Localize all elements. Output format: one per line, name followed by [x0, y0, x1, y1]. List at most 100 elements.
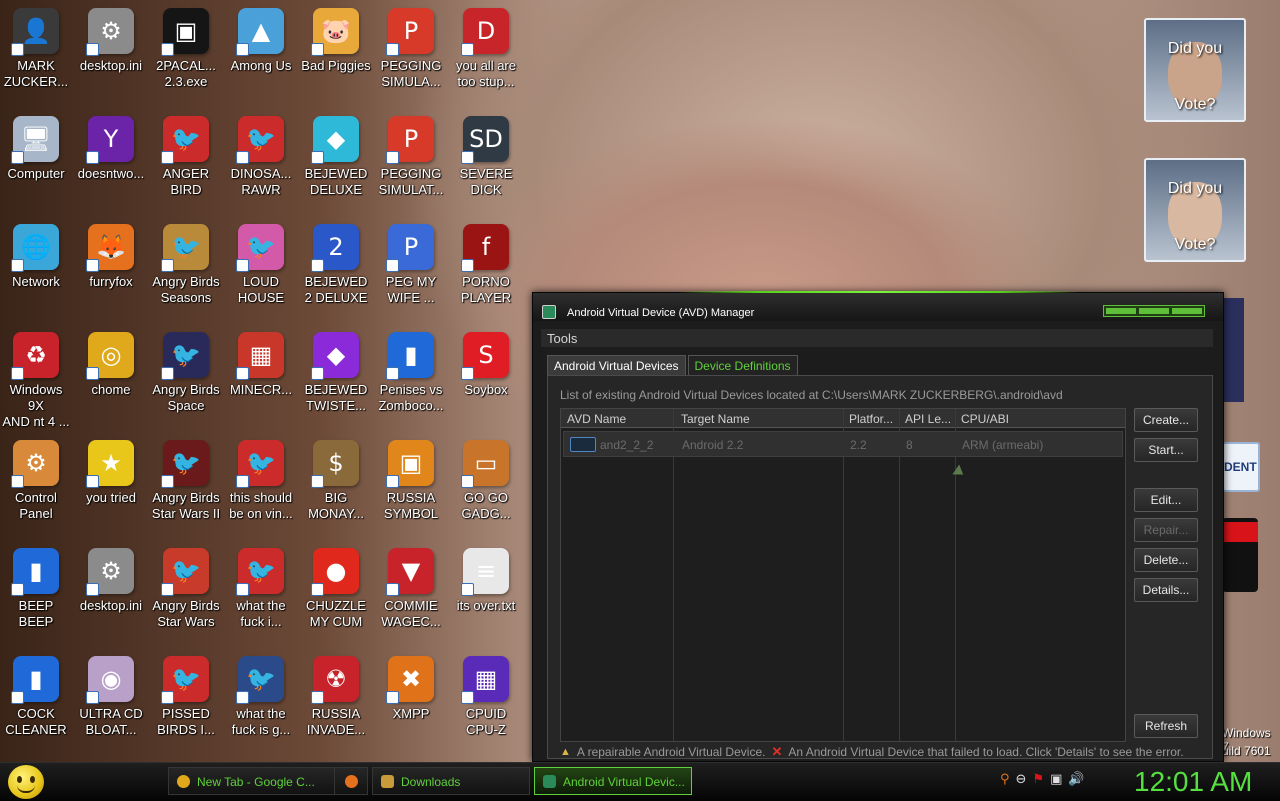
desktop-icon[interactable]: 🐦 Angry Birds Space	[150, 324, 222, 424]
close-button[interactable]	[1172, 308, 1202, 314]
app-icon: ◎	[86, 332, 134, 380]
desktop-icon[interactable]: ✖ XMPP	[375, 648, 447, 748]
desktop-icon[interactable]: ⚙ desktop.ini	[75, 0, 147, 100]
window-controls[interactable]	[1103, 305, 1205, 317]
app-icon: 🌐	[11, 224, 59, 272]
app-icon: f	[461, 224, 509, 272]
desktop-icon[interactable]: 🐦 DINOSA... RAWR	[225, 108, 297, 208]
desktop-icon[interactable]: $ BIG MONAY...	[300, 432, 372, 532]
desktop-icon[interactable]: 🐦 what the fuck is g...	[225, 648, 297, 748]
desktop-icon[interactable]: P PEGGING SIMULA...	[375, 0, 447, 100]
desktop-icon[interactable]: ▮ Penises vs Zomboco...	[375, 324, 447, 424]
status-legend: ▲ A repairable Android Virtual Device. ✕…	[560, 744, 1184, 760]
avd-manager-window[interactable]: Android Virtual Device (AVD) Manager Too…	[532, 291, 1224, 762]
desktop-icon[interactable]: ⚙ Control Panel	[0, 432, 72, 532]
task-firefox[interactable]	[334, 767, 368, 795]
network-icon[interactable]: ▣	[1050, 772, 1062, 787]
column-target-name[interactable]: Target Name	[681, 412, 750, 426]
desktop-icon[interactable]: ▣ 2PACAL... 2.3.exe	[150, 0, 222, 100]
desktop-icon[interactable]: ⚙ desktop.ini	[75, 540, 147, 640]
desktop-icon[interactable]: 🐦 Angry Birds Star Wars	[150, 540, 222, 640]
minimize-button[interactable]	[1106, 308, 1136, 314]
desktop-icon[interactable]: P PEG MY WIFE ...	[375, 216, 447, 316]
desktop-icon[interactable]: ▼ COMMIE WAGEC...	[375, 540, 447, 640]
refresh-button[interactable]: Refresh	[1134, 714, 1198, 738]
desktop-icon[interactable]: 🐦 Angry Birds Star Wars II	[150, 432, 222, 532]
desktop-icon[interactable]: Ydoesntwo...	[75, 108, 147, 208]
desktop-icon[interactable]: 👤 MARK ZUCKER...	[0, 0, 72, 100]
desktop-icon[interactable]: SD SEVERE DICK	[450, 108, 522, 208]
repair-button[interactable]: Repair...	[1134, 518, 1198, 542]
desktop-icon[interactable]: 🐦 ANGER BIRD	[150, 108, 222, 208]
tab-android-virtual-devices[interactable]: Android Virtual Devices	[547, 355, 686, 375]
desktop-icon-label: RUSSIA INVADE...	[306, 706, 366, 737]
desktop-icon[interactable]: ◉ ULTRA CD BLOAT...	[75, 648, 147, 748]
details-button[interactable]: Details...	[1134, 578, 1198, 602]
desktop-icon[interactable]: ▦ MINECR...	[225, 324, 297, 424]
task-downloads[interactable]: Downloads	[372, 767, 530, 795]
desktop-icon[interactable]: ≡ its over.txt	[450, 540, 522, 640]
desktop-icon[interactable]: 🐦 PISSED BIRDS I...	[150, 648, 222, 748]
desktop-icon[interactable]: ◆ BEJEWED TWISTE...	[300, 324, 372, 424]
column-platform[interactable]: Platfor...	[849, 412, 893, 426]
desktop-icon[interactable]: P PEGGING SIMULAT...	[375, 108, 447, 208]
column-cpu-abi[interactable]: CPU/ABI	[961, 412, 1009, 426]
desktop-icon[interactable]: ▮ BEEP BEEP	[0, 540, 72, 640]
search-icon[interactable]: ⚲	[1000, 772, 1010, 787]
desktop-icon[interactable]: 🐦 Angry Birds Seasons	[150, 216, 222, 316]
vote-gadget-1[interactable]: Did you Vote?	[1144, 18, 1246, 122]
desktop-icon[interactable]: 🐷 Bad Piggies	[300, 0, 372, 100]
edit-button[interactable]: Edit...	[1134, 488, 1198, 512]
start-button[interactable]: Start...	[1134, 438, 1198, 462]
app-icon: $	[311, 440, 359, 488]
menu-tools[interactable]: Tools	[547, 331, 577, 346]
desktop-icon[interactable]: ◎ chome	[75, 324, 147, 424]
desktop-icon[interactable]: 🐦 LOUD HOUSE	[225, 216, 297, 316]
desktop-icon[interactable]: 🖥 Computer	[0, 108, 72, 208]
start-button[interactable]	[8, 765, 44, 799]
table-row[interactable]: and2_2_2 Android 2.2 2.2 8 ARM (armeabi)	[563, 431, 1123, 457]
desktop-icon[interactable]: ▭ GO GO GADG...	[450, 432, 522, 532]
chrome-icon	[177, 775, 190, 788]
desktop-icon[interactable]: ☢ RUSSIA INVADE...	[300, 648, 372, 748]
legend-repairable: A repairable Android Virtual Device.	[576, 745, 766, 759]
flag-icon[interactable]: ⚑	[1032, 772, 1044, 787]
minus-icon[interactable]: ⊖	[1016, 772, 1027, 787]
desktop-icon[interactable]: 🦊 furryfox	[75, 216, 147, 316]
app-icon: ◆	[311, 116, 359, 164]
create-button[interactable]: Create...	[1134, 408, 1198, 432]
desktop-icon[interactable]: ▮ COCK CLEANER	[0, 648, 72, 748]
desktop-icon[interactable]: ▲ Among Us	[225, 0, 297, 100]
desktop-icon[interactable]: ▣ RUSSIA SYMBOL	[375, 432, 447, 532]
desktop-icon[interactable]: ● CHUZZLE MY CUM	[300, 540, 372, 640]
warning-icon: ▲	[560, 746, 571, 758]
desktop-icon-label: Soybox	[464, 382, 508, 397]
delete-button[interactable]: Delete...	[1134, 548, 1198, 572]
tab-device-definitions[interactable]: Device Definitions	[687, 355, 798, 375]
desktop-icon[interactable]: f PORNO PLAYER	[450, 216, 522, 316]
desktop-icon[interactable]: 🐦 this should be on vin...	[225, 432, 297, 532]
desktop-icon[interactable]: ◆ BEJEWED DELUXE	[300, 108, 372, 208]
desktop-icon[interactable]: ★ you tried	[75, 432, 147, 532]
desktop-icon-label: Penises vs Zomboco...	[378, 382, 444, 413]
task-avd-manager[interactable]: Android Virtual Devic...	[534, 767, 692, 795]
column-avd-name[interactable]: AVD Name	[567, 412, 626, 426]
desktop-icon[interactable]: 🌐 Network	[0, 216, 72, 316]
desktop-icon[interactable]: 2 BEJEWED 2 DELUXE	[300, 216, 372, 316]
desktop-icon-label: what the fuck i...	[236, 598, 286, 629]
desktop-icon[interactable]: S Soybox	[450, 324, 522, 424]
clock[interactable]: 12:01 AM	[1134, 766, 1252, 798]
partial-gadget	[1222, 298, 1244, 402]
avd-table[interactable]: AVD Name Target Name Platfor... API Le..…	[560, 408, 1126, 742]
volume-icon[interactable]: 🔊	[1068, 772, 1084, 787]
title-bar[interactable]: Android Virtual Device (AVD) Manager	[533, 293, 1223, 321]
desktop-icon[interactable]: ♻ Windows 9X AND nt 4 ...	[0, 324, 72, 429]
desktop-icon-label: desktop.ini	[79, 598, 143, 613]
column-api-level[interactable]: API Le...	[905, 412, 951, 426]
gadget-top-text: Did you	[1167, 180, 1223, 197]
maximize-button[interactable]	[1139, 308, 1169, 314]
desktop-icon[interactable]: Dyou all are too stup...	[450, 0, 522, 100]
desktop-icon[interactable]: ▦ CPUID CPU-Z	[450, 648, 522, 748]
vote-gadget-2[interactable]: Did you Vote?	[1144, 158, 1246, 262]
desktop-icon[interactable]: 🐦 what the fuck i...	[225, 540, 297, 640]
